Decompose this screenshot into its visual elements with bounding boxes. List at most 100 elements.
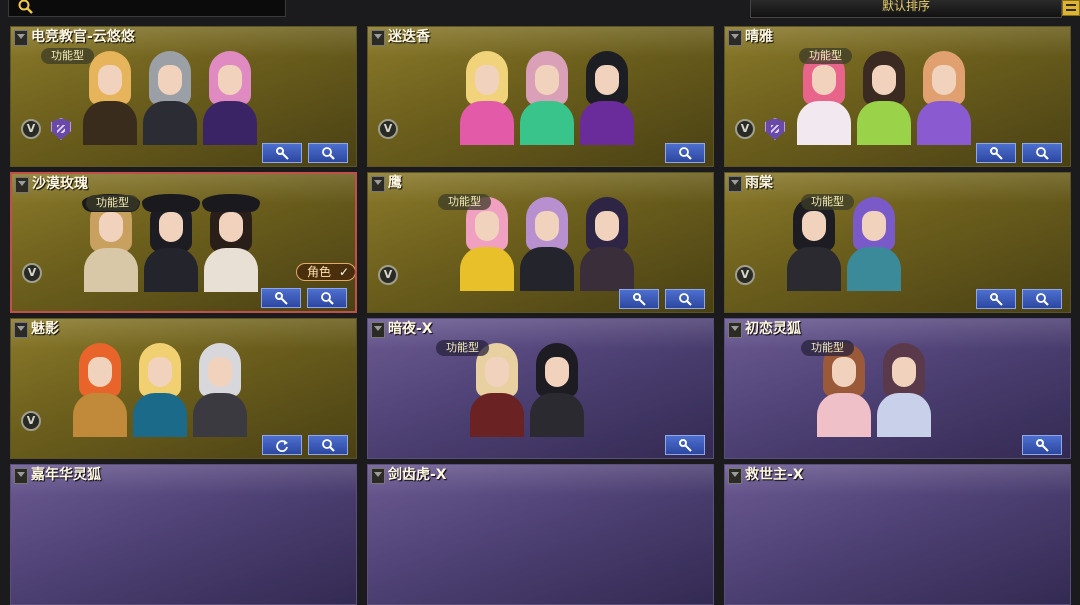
- rank-icon: [728, 468, 742, 484]
- type-badge: 功能型: [438, 194, 491, 210]
- rank-icon: [371, 322, 385, 338]
- portrait-face: [872, 65, 896, 95]
- v-rank-icon: V: [378, 119, 398, 139]
- portrait-outfit: [83, 101, 137, 145]
- character-card[interactable]: 剑齿虎-X: [367, 464, 714, 605]
- sort-dropdown[interactable]: 默认排序: [750, 0, 1062, 18]
- portrait-outfit: [520, 101, 574, 145]
- settings-button[interactable]: [1022, 435, 1062, 455]
- portrait-face: [802, 211, 826, 241]
- character-card[interactable]: 电竞教官-云悠悠 功能型 V: [10, 26, 357, 167]
- search-button[interactable]: [665, 143, 705, 163]
- settings-button[interactable]: [262, 143, 302, 163]
- portrait-face: [208, 357, 232, 387]
- character-card[interactable]: 雨棠 功能型 V: [724, 172, 1071, 313]
- character-card[interactable]: 救世主-X: [724, 464, 1071, 605]
- portrait-outfit: [133, 393, 187, 437]
- portrait-outfit: [73, 393, 127, 437]
- portrait-hat: [202, 194, 260, 212]
- portrait-face: [99, 212, 123, 242]
- character-portrait: [528, 339, 586, 437]
- character-card[interactable]: 嘉年华灵狐: [10, 464, 357, 605]
- card-name: 电竞教官-云悠悠: [31, 29, 135, 45]
- portrait-outfit: [580, 247, 634, 291]
- portrait-face: [98, 65, 122, 95]
- menu-icon[interactable]: [1062, 0, 1080, 16]
- role-equipped-tag[interactable]: 角色 ✓: [296, 263, 355, 281]
- refresh-button[interactable]: [262, 435, 302, 455]
- type-badge: 功能型: [801, 340, 854, 356]
- portrait-face: [812, 65, 836, 95]
- portrait-face: [595, 65, 619, 95]
- character-card[interactable]: 初恋灵狐 功能型: [724, 318, 1071, 459]
- character-portrait: [458, 47, 516, 145]
- card-name: 剑齿虎-X: [388, 467, 447, 483]
- portrait-face: [475, 211, 499, 241]
- settings-button[interactable]: [976, 143, 1016, 163]
- character-portrait: [142, 194, 200, 292]
- v-rank-icon: V: [378, 265, 398, 285]
- character-portrait: [578, 47, 636, 145]
- search-button[interactable]: [1022, 143, 1062, 163]
- card-name: 暗夜-X: [388, 321, 433, 337]
- card-name: 魅影: [31, 321, 59, 337]
- settings-button[interactable]: [976, 289, 1016, 309]
- type-badge: 功能型: [801, 194, 854, 210]
- portrait-outfit: [204, 248, 258, 292]
- character-portrait: [518, 47, 576, 145]
- portrait-face: [535, 65, 559, 95]
- settings-button[interactable]: [261, 288, 301, 308]
- character-portrait: [191, 339, 249, 437]
- type-badge: 功能型: [799, 48, 852, 64]
- wrench-icon: [1036, 439, 1049, 452]
- wrench-icon: [990, 147, 1003, 160]
- rank-icon: [728, 176, 742, 192]
- card-name: 救世主-X: [745, 467, 804, 483]
- wrench-icon: [275, 292, 288, 305]
- character-portraits: [458, 47, 636, 145]
- portrait-outfit: [520, 247, 574, 291]
- portrait-outfit: [877, 393, 931, 437]
- portrait-outfit: [787, 247, 841, 291]
- character-card[interactable]: 迷迭香 V: [367, 26, 714, 167]
- character-card[interactable]: 魅影 V: [10, 318, 357, 459]
- search-button[interactable]: [308, 143, 348, 163]
- portrait-outfit: [857, 101, 911, 145]
- rank-icon: [15, 177, 29, 193]
- character-portrait: [578, 193, 636, 291]
- shield-icon: [765, 118, 785, 140]
- portrait-outfit: [580, 101, 634, 145]
- rank-icon: [728, 30, 742, 46]
- character-card[interactable]: 沙漠玫瑰 功能型 V 角色 ✓: [10, 172, 357, 313]
- search-input[interactable]: [8, 0, 286, 17]
- portrait-face: [535, 211, 559, 241]
- v-rank-icon: V: [21, 119, 41, 139]
- character-card[interactable]: 鹰功能型 V: [367, 172, 714, 313]
- portrait-face: [862, 211, 886, 241]
- portrait-face: [158, 65, 182, 95]
- search-button[interactable]: [1022, 289, 1062, 309]
- portrait-face: [545, 357, 569, 387]
- settings-button[interactable]: [665, 435, 705, 455]
- rank-icon: [14, 322, 28, 338]
- character-portrait: [141, 47, 199, 145]
- top-bar: 默认排序: [0, 0, 1080, 22]
- magnifier-icon: [321, 292, 334, 305]
- search-button[interactable]: [308, 435, 348, 455]
- portrait-face: [219, 212, 243, 242]
- v-rank-icon: V: [21, 411, 41, 431]
- character-grid: 电竞教官-云悠悠 功能型 V 迷迭香 V 晴雅 功能型 V 沙漠玫瑰 功能型 V 角色 ✓ 鹰功能型 V 雨棠…: [10, 26, 1080, 605]
- magnifier-icon: [322, 439, 335, 452]
- search-button[interactable]: [665, 289, 705, 309]
- character-card[interactable]: 晴雅 功能型 V: [724, 26, 1071, 167]
- role-tag-label: 角色: [307, 265, 332, 279]
- character-portrait: [845, 193, 903, 291]
- search-button[interactable]: [307, 288, 347, 308]
- card-name: 晴雅: [745, 29, 773, 45]
- type-badge: 功能型: [436, 340, 489, 356]
- portrait-face: [159, 212, 183, 242]
- v-rank-icon: V: [22, 263, 42, 283]
- magnifier-icon: [322, 147, 335, 160]
- settings-button[interactable]: [619, 289, 659, 309]
- character-card[interactable]: 暗夜-X 功能型: [367, 318, 714, 459]
